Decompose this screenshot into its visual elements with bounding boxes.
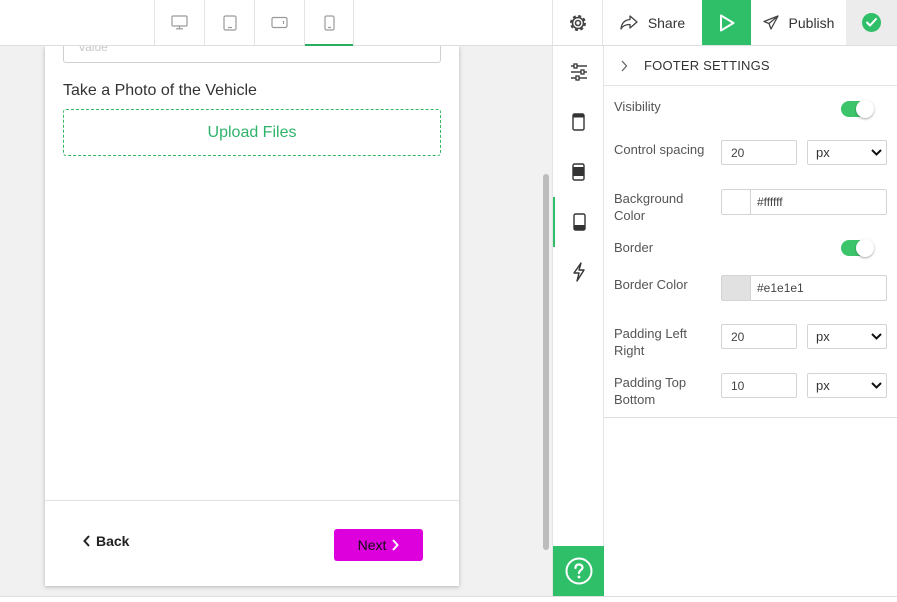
border-color-label: Border Color xyxy=(614,277,688,292)
chevron-right-icon xyxy=(604,60,644,72)
padding-top-bottom-unit-select[interactable]: px xyxy=(807,373,887,398)
help-button[interactable] xyxy=(553,546,604,596)
logic-settings-tool[interactable] xyxy=(553,247,604,297)
tablet-icon xyxy=(222,14,237,31)
tool-strip xyxy=(552,46,604,596)
chevron-right-icon xyxy=(392,539,400,551)
padding-left-right-input[interactable] xyxy=(721,324,797,349)
form-preview: Value Take a Photo of the Vehicle Upload… xyxy=(45,46,459,586)
back-label: Back xyxy=(96,533,130,549)
visibility-label: Visibility xyxy=(614,99,661,114)
chevron-down-icon xyxy=(871,333,882,340)
page-header-icon xyxy=(572,113,585,131)
page-body-icon xyxy=(572,163,585,181)
tablet-landscape-view-button[interactable] xyxy=(254,0,304,45)
chevron-left-icon xyxy=(83,535,90,547)
lightning-icon xyxy=(572,262,585,282)
border-toggle[interactable] xyxy=(841,239,874,257)
share-label: Share xyxy=(647,14,686,31)
builder-canvas: Value Take a Photo of the Vehicle Upload… xyxy=(0,46,552,596)
padding-top-bottom-label: Padding Top Bottom xyxy=(614,375,687,407)
top-toolbar: Share Publish xyxy=(0,0,897,46)
photo-field-label: Take a Photo of the Vehicle xyxy=(63,82,257,99)
header-settings-tool[interactable] xyxy=(553,97,604,147)
padding-left-right-unit-select[interactable]: px xyxy=(807,324,887,349)
form-settings-tool[interactable] xyxy=(553,47,604,97)
publish-button[interactable]: Publish xyxy=(751,0,846,45)
canvas-scrollbar[interactable] xyxy=(543,174,549,550)
app-root: Share Publish Value Take a Photo of the … xyxy=(0,0,897,602)
share-icon xyxy=(620,15,638,30)
sliders-icon xyxy=(570,63,587,81)
panel-header[interactable]: FOOTER SETTINGS xyxy=(604,46,897,86)
border-color-input[interactable] xyxy=(750,275,887,301)
check-icon xyxy=(862,13,881,32)
padding-left-right-label: Padding Left Right xyxy=(614,326,688,358)
upload-files-label: Upload Files xyxy=(207,123,297,141)
chevron-down-icon xyxy=(871,149,882,156)
paper-plane-icon xyxy=(762,15,779,30)
upload-files-button[interactable]: Upload Files xyxy=(63,109,441,156)
play-icon xyxy=(719,14,734,31)
preview-play-button[interactable] xyxy=(702,0,751,45)
previous-input-placeholder: Value xyxy=(78,46,108,54)
page-footer-icon xyxy=(573,213,586,231)
question-icon xyxy=(565,557,592,585)
chevron-down-icon xyxy=(871,382,882,389)
background-color-label: Background Color xyxy=(614,191,684,223)
next-button[interactable]: Next xyxy=(334,529,423,561)
padding-top-bottom-input[interactable] xyxy=(721,373,797,398)
background-color-input[interactable] xyxy=(750,189,887,215)
device-switcher xyxy=(154,0,354,46)
back-button[interactable]: Back xyxy=(83,533,129,549)
visibility-toggle[interactable] xyxy=(841,100,874,118)
footer-settings-panel: FOOTER SETTINGS Visibility Control spaci… xyxy=(604,46,897,418)
tablet-view-button[interactable] xyxy=(204,0,254,45)
form-footer: Back Next xyxy=(45,500,459,586)
mobile-view-button[interactable] xyxy=(304,0,354,46)
control-spacing-unit-select[interactable]: px xyxy=(807,140,887,165)
control-spacing-unit: px xyxy=(816,145,830,160)
background-color-swatch[interactable] xyxy=(721,189,751,215)
settings-button[interactable] xyxy=(552,0,603,45)
bottom-divider xyxy=(0,596,897,597)
tablet-landscape-icon xyxy=(271,16,288,29)
toggle-knob xyxy=(856,100,874,118)
control-spacing-input[interactable] xyxy=(721,140,797,165)
footer-settings-tool[interactable] xyxy=(553,197,604,247)
padding-top-bottom-unit: px xyxy=(816,378,830,393)
body-settings-tool[interactable] xyxy=(553,147,604,197)
next-label: Next xyxy=(357,537,387,553)
border-label: Border xyxy=(614,240,654,255)
share-button[interactable]: Share xyxy=(604,0,701,45)
border-color-swatch[interactable] xyxy=(721,275,751,301)
toggle-knob xyxy=(856,239,874,257)
padding-left-right-unit: px xyxy=(816,329,830,344)
desktop-icon xyxy=(171,15,188,30)
desktop-view-button[interactable] xyxy=(154,0,204,45)
status-check-button[interactable] xyxy=(846,0,897,45)
gear-icon xyxy=(569,14,586,31)
mobile-icon xyxy=(323,14,335,31)
panel-title: FOOTER SETTINGS xyxy=(644,58,770,73)
previous-input-field[interactable]: Value xyxy=(63,46,441,63)
control-spacing-label: Control spacing xyxy=(614,142,705,157)
publish-label: Publish xyxy=(788,14,835,31)
